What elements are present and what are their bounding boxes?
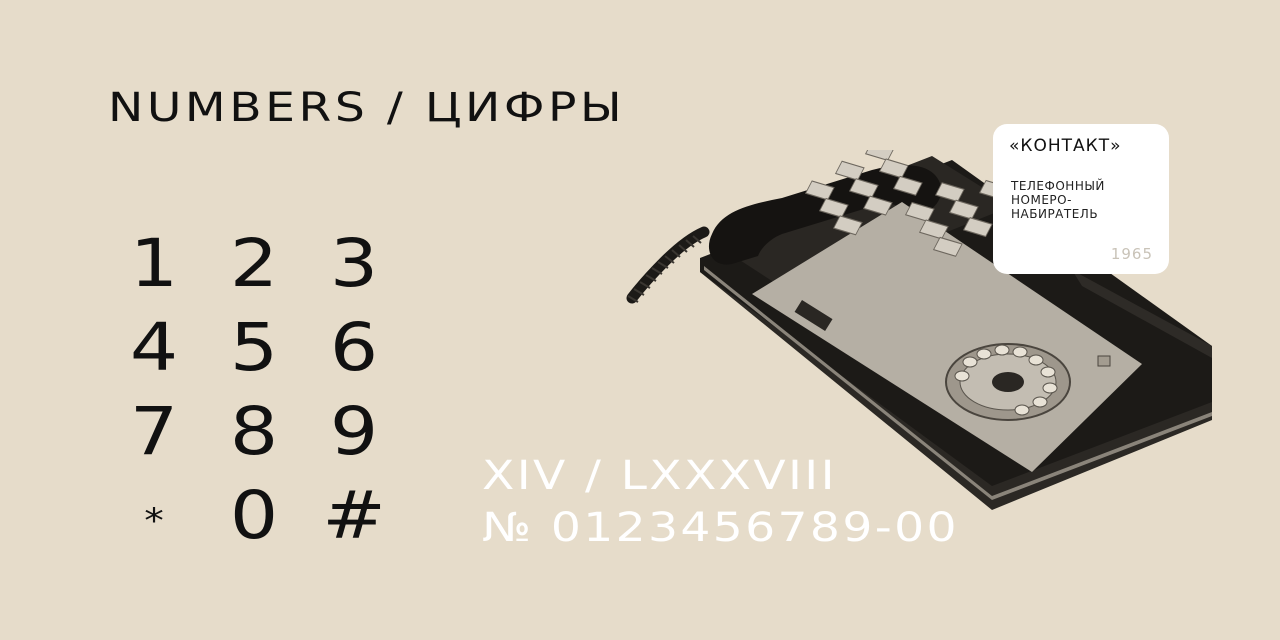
card-description-line-2: НОМЕРО- [1011,193,1072,207]
numeric-keypad: 1 2 3 4 5 6 7 8 9 * 0 # [104,222,404,562]
keypad-key-9: 9 [329,393,379,470]
card-description: ТЕЛЕФОННЫЙ НОМЕРО- НАБИРАТЕЛЬ [1011,179,1155,221]
keypad-key-5: 5 [229,309,279,386]
keypad-key-hash: # [322,477,386,554]
keypad-key-1: 1 [129,225,179,302]
keypad-key-3: 3 [329,225,379,302]
page-heading: NUMBERS / ЦИФРЫ [108,85,626,131]
keypad-key-7: 7 [129,393,179,470]
keypad-key-4: 4 [129,309,179,386]
roman-numerals-line: XIV / LXXXVIII [482,453,837,499]
keypad-key-star: * [144,501,164,541]
serial-number-line: № 0123456789-00 [482,505,959,551]
info-card: «КОНТАКТ» ТЕЛЕФОННЫЙ НОМЕРО- НАБИРАТЕЛЬ … [993,124,1169,274]
card-year: 1965 [1110,245,1153,263]
coiled-cord [626,226,710,304]
card-description-line-1: ТЕЛЕФОННЫЙ [1011,179,1105,193]
keypad-key-0: 0 [229,477,279,554]
keypad-key-6: 6 [329,309,379,386]
keypad-key-2: 2 [229,225,279,302]
side-knob [1097,355,1111,367]
card-title: «КОНТАКТ» [1009,136,1122,156]
card-description-line-3: НАБИРАТЕЛЬ [1011,207,1099,221]
rotary-dial [945,343,1071,421]
keypad-key-8: 8 [229,393,279,470]
